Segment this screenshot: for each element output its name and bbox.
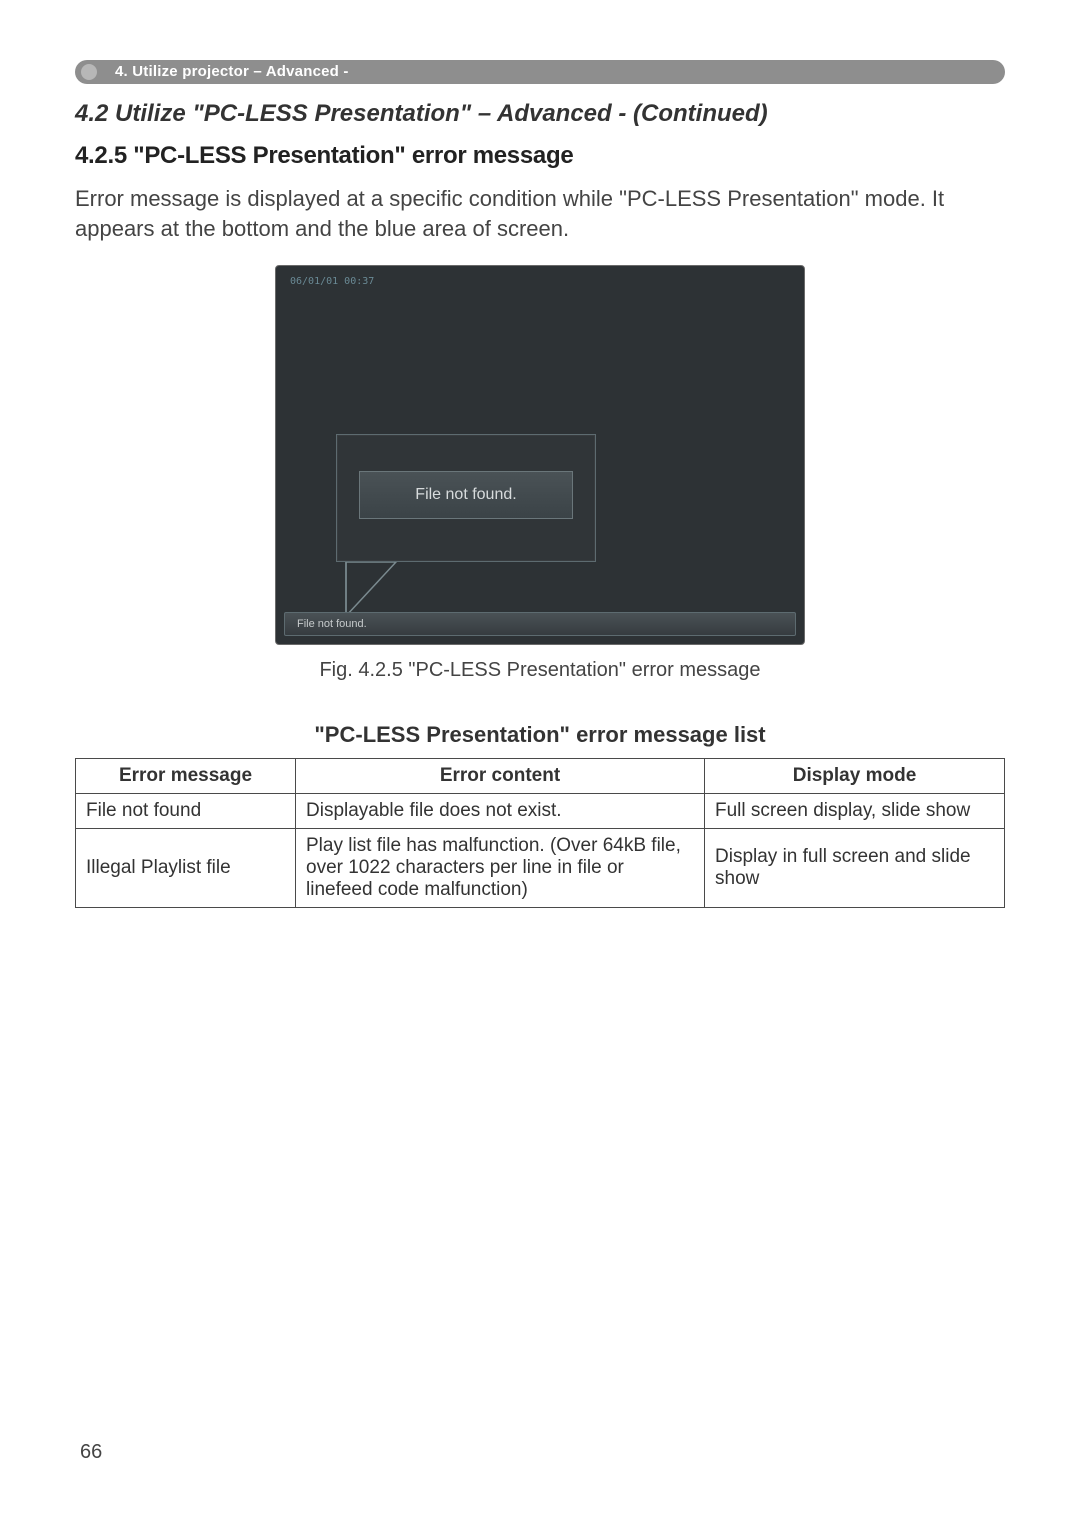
table-header-error-message: Error message — [76, 759, 296, 794]
screenshot-popup-text: File not found. — [359, 471, 573, 519]
error-screenshot: 06/01/01 00:37 File not found. File not … — [275, 265, 805, 645]
section-title: 4.2 Utilize "PC-LESS Presentation" – Adv… — [75, 100, 1005, 128]
table-row: File not found Displayable file does not… — [76, 794, 1005, 829]
table-row: Illegal Playlist file Play list file has… — [76, 829, 1005, 908]
intro-paragraph: Error message is displayed at a specific… — [75, 184, 1005, 243]
table-header-error-content: Error content — [296, 759, 705, 794]
table-header-row: Error message Error content Display mode — [76, 759, 1005, 794]
screenshot-timestamp: 06/01/01 00:37 — [290, 276, 374, 287]
ribbon-label: 4. Utilize projector – Advanced - — [115, 63, 349, 80]
table-cell: Displayable file does not exist. — [296, 794, 705, 829]
figure-caption: Fig. 4.2.5 "PC-LESS Presentation" error … — [75, 659, 1005, 682]
screenshot-statusbar-text: File not found. — [297, 618, 367, 630]
table-cell: Display in full screen and slide show — [705, 829, 1005, 908]
table-cell: Play list file has malfunction. (Over 64… — [296, 829, 705, 908]
table-title: "PC-LESS Presentation" error message lis… — [75, 722, 1005, 748]
section-ribbon: 4. Utilize projector – Advanced - — [75, 60, 1005, 84]
screenshot-container: 06/01/01 00:37 File not found. File not … — [75, 265, 1005, 645]
table-cell: Full screen display, slide show — [705, 794, 1005, 829]
screenshot-statusbar: File not found. — [284, 612, 796, 636]
table-cell: File not found — [76, 794, 296, 829]
screenshot-popup: File not found. — [336, 434, 596, 562]
error-message-table: Error message Error content Display mode… — [75, 758, 1005, 908]
table-header-display-mode: Display mode — [705, 759, 1005, 794]
subsection-title: 4.2.5 "PC-LESS Presentation" error messa… — [75, 142, 1005, 170]
page-number: 66 — [80, 1441, 102, 1464]
table-cell: Illegal Playlist file — [76, 829, 296, 908]
